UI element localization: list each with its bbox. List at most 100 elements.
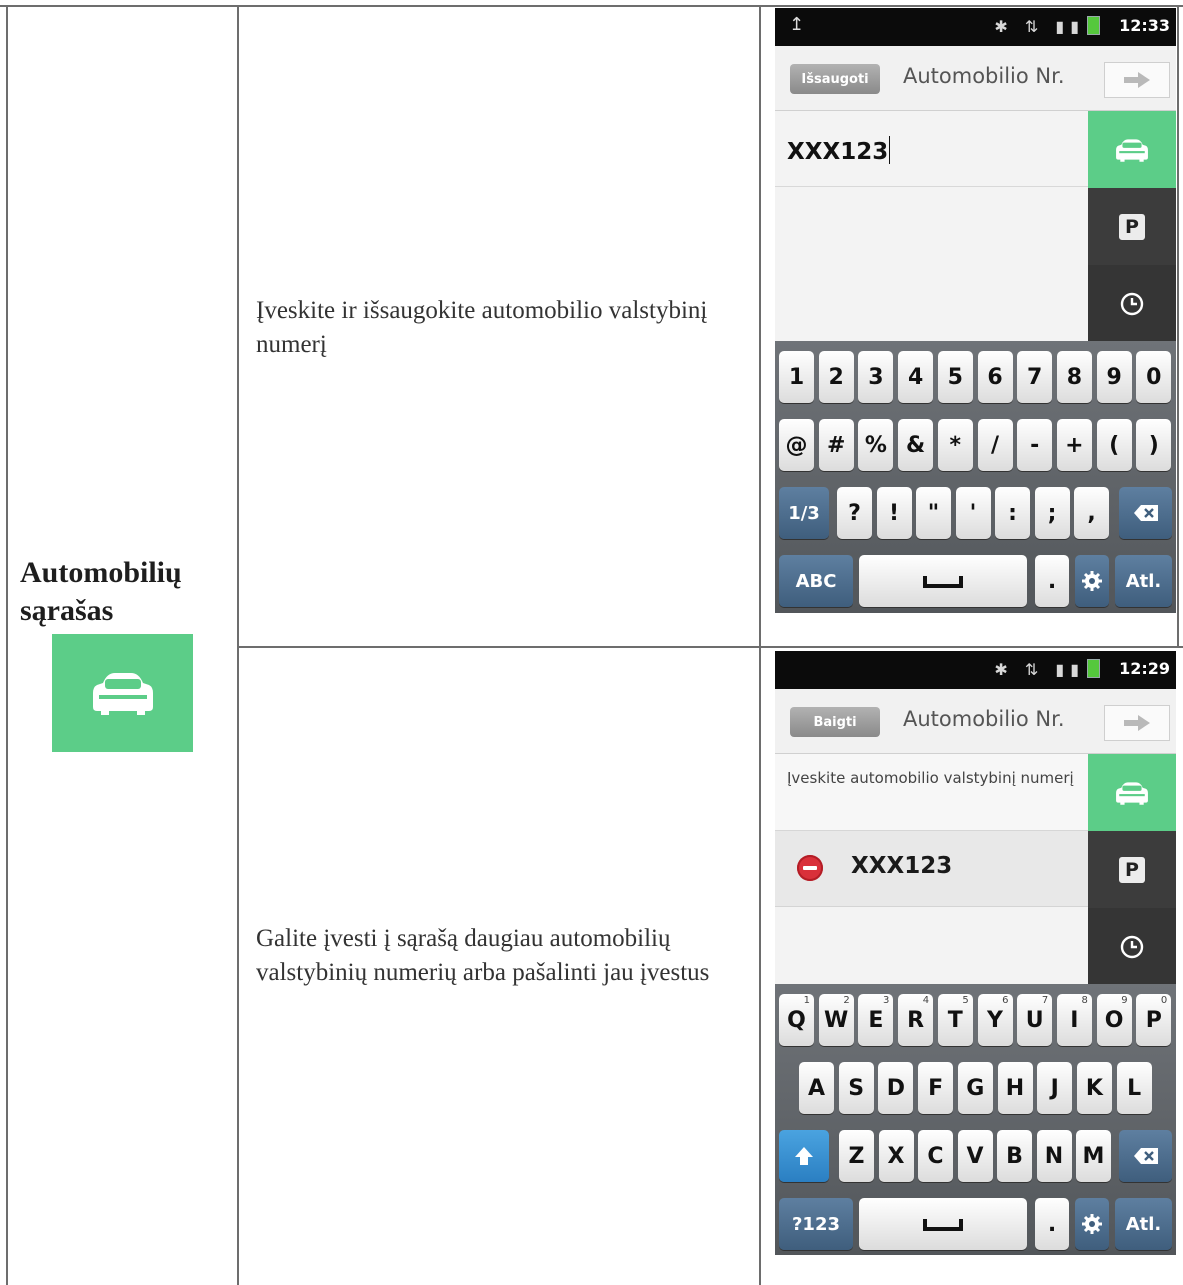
- key-v[interactable]: V: [957, 1130, 993, 1182]
- key-sym-0[interactable]: @: [779, 419, 814, 471]
- section-title: Automobilių sąrašas: [20, 554, 182, 630]
- remove-icon[interactable]: [797, 855, 823, 881]
- key-e[interactable]: E3: [858, 994, 894, 1046]
- key-n[interactable]: N: [1036, 1130, 1072, 1182]
- key-b[interactable]: B: [997, 1130, 1032, 1182]
- key-8-label: 8: [1066, 364, 1083, 390]
- key-9[interactable]: 9: [1096, 351, 1132, 403]
- key-r[interactable]: R4: [898, 994, 934, 1046]
- backspace-key[interactable]: [1119, 487, 1172, 539]
- key-symbols[interactable]: ?123: [779, 1198, 853, 1250]
- key-z[interactable]: Z: [839, 1130, 874, 1182]
- backspace-key[interactable]: [1119, 1130, 1172, 1182]
- key-c[interactable]: C: [918, 1130, 953, 1182]
- key-w[interactable]: W2: [818, 994, 854, 1046]
- key-punct-4[interactable]: ': [955, 487, 991, 539]
- key-k[interactable]: K: [1076, 1062, 1112, 1114]
- key-d[interactable]: D: [878, 1062, 914, 1114]
- plate-input[interactable]: XXX123: [787, 136, 891, 165]
- rail-parking[interactable]: P: [1088, 188, 1176, 265]
- space-key[interactable]: [859, 1198, 1027, 1250]
- key-punct-3[interactable]: ": [916, 487, 951, 539]
- key-7-label: 7: [1027, 364, 1043, 390]
- key-abc[interactable]: ABC: [779, 555, 853, 607]
- key-sym-5[interactable]: /: [977, 419, 1013, 471]
- key-f[interactable]: F: [918, 1062, 954, 1114]
- key-period[interactable]: .: [1035, 1198, 1069, 1250]
- key-sym-9[interactable]: ): [1136, 419, 1172, 471]
- key-i-alt-label: 8: [1081, 995, 1088, 1006]
- next-button[interactable]: [1104, 62, 1170, 98]
- qwerty-keyboard: Q 1 W 2 E 3 R 4 T 5 Y 6 U 7 I 8 O 9 P 0 A S D F G H J K L Z X C V B N M ?123…: [775, 984, 1176, 1255]
- parking-icon: P: [1119, 213, 1145, 240]
- key-t[interactable]: T5: [937, 994, 973, 1046]
- key-y[interactable]: Y6: [977, 994, 1013, 1046]
- key-u[interactable]: U7: [1017, 994, 1053, 1046]
- section-title-line2: sąrašas: [20, 594, 114, 627]
- space-icon: [923, 1219, 963, 1231]
- key-page-toggle-label: 1/3: [788, 502, 820, 524]
- rail-history[interactable]: [1088, 265, 1176, 342]
- status-time: 12:33: [1119, 16, 1170, 35]
- key-j[interactable]: J: [1037, 1062, 1073, 1114]
- key-punct-6[interactable]: ;: [1034, 487, 1070, 539]
- key-2-label: 2: [828, 364, 844, 390]
- space-key[interactable]: [859, 555, 1027, 607]
- key-punct-1[interactable]: ?: [837, 487, 872, 539]
- key-8[interactable]: 8: [1056, 351, 1092, 403]
- rail-cars[interactable]: [1088, 754, 1176, 831]
- key-sym-1[interactable]: #: [818, 419, 854, 471]
- rail-history[interactable]: [1088, 908, 1176, 985]
- next-button[interactable]: [1104, 705, 1170, 741]
- key-enter[interactable]: Atl.: [1115, 1198, 1172, 1250]
- key-sym-6[interactable]: -: [1017, 419, 1053, 471]
- key-h[interactable]: H: [997, 1062, 1033, 1114]
- key-6[interactable]: 6: [977, 351, 1013, 403]
- key-s[interactable]: S: [838, 1062, 874, 1114]
- save-button[interactable]: Išsaugoti: [790, 64, 880, 94]
- key-punct-5[interactable]: :: [995, 487, 1030, 539]
- key-sym-2[interactable]: %: [858, 419, 894, 471]
- key-0[interactable]: 0: [1136, 351, 1172, 403]
- key-i[interactable]: I8: [1056, 994, 1092, 1046]
- key-m[interactable]: M: [1076, 1130, 1111, 1182]
- key-7[interactable]: 7: [1017, 351, 1053, 403]
- key-enter[interactable]: Atl.: [1115, 555, 1172, 607]
- key-punct-2[interactable]: !: [876, 487, 912, 539]
- key-r-alt-label: 4: [922, 995, 930, 1006]
- settings-key[interactable]: [1075, 555, 1109, 607]
- settings-key[interactable]: [1075, 1198, 1109, 1250]
- key-sym-7[interactable]: +: [1056, 419, 1092, 471]
- key-l[interactable]: L: [1116, 1062, 1152, 1114]
- key-a[interactable]: A: [799, 1062, 834, 1114]
- key-1[interactable]: 1: [779, 351, 814, 403]
- key-sym-6-label: -: [1030, 432, 1040, 458]
- key-o[interactable]: O9: [1096, 994, 1132, 1046]
- key-page-toggle[interactable]: 1/3: [779, 487, 829, 539]
- key-2[interactable]: 2: [818, 351, 854, 403]
- row1-description: Įveskite ir išsaugokite automobilio vals…: [256, 297, 708, 358]
- key-g-label: G: [966, 1075, 985, 1101]
- key-3[interactable]: 3: [858, 351, 894, 403]
- car-icon: [92, 673, 153, 715]
- key-q[interactable]: Q1: [779, 994, 814, 1046]
- key-4[interactable]: 4: [898, 351, 934, 403]
- done-button[interactable]: Baigti: [790, 707, 880, 737]
- key-x[interactable]: X: [878, 1130, 914, 1182]
- key-p[interactable]: P0: [1136, 994, 1172, 1046]
- shift-key[interactable]: [779, 1130, 829, 1182]
- key-sym-4[interactable]: *: [937, 419, 973, 471]
- key-period[interactable]: .: [1035, 555, 1069, 607]
- status-time: 12:29: [1119, 659, 1170, 678]
- key-w-label: W: [824, 1007, 849, 1033]
- key-g[interactable]: G: [957, 1062, 993, 1114]
- rail-parking[interactable]: P: [1088, 831, 1176, 908]
- key-punct-7[interactable]: ,: [1074, 487, 1109, 539]
- key-sym-3[interactable]: &: [898, 419, 934, 471]
- key-punct-4-label: ': [969, 500, 977, 526]
- car-tile: [52, 634, 193, 752]
- key-sym-8[interactable]: (: [1096, 419, 1132, 471]
- plate-input[interactable]: Įveskite automobilio valstybinį numerį: [775, 754, 1088, 831]
- rail-cars[interactable]: [1088, 111, 1176, 188]
- key-5[interactable]: 5: [937, 351, 973, 403]
